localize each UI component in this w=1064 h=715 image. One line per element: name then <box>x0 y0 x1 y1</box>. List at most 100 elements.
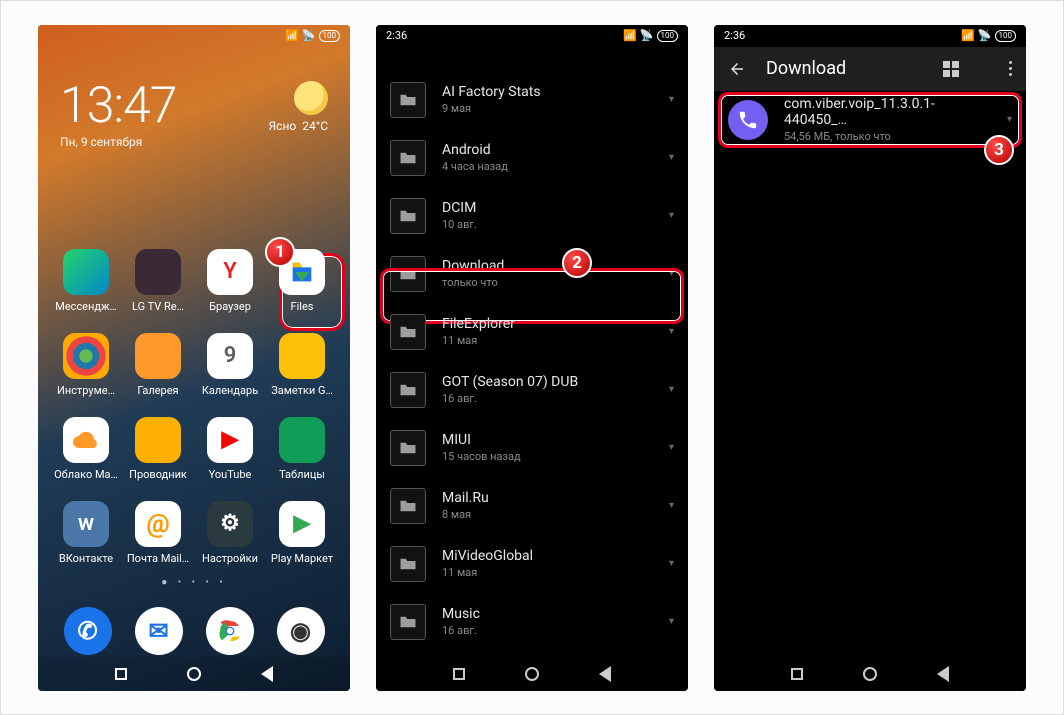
folder-subtext: 9 мая <box>442 102 653 115</box>
app-label: Настройки <box>202 552 258 565</box>
chevron-down-icon[interactable]: ▾ <box>669 442 674 453</box>
app-icon-cloudmail <box>63 417 109 463</box>
chevron-down-icon[interactable]: ▾ <box>669 558 674 569</box>
nav-home-button[interactable] <box>525 667 539 681</box>
file-list: com.viber.voip_11.3.0.1-440450_… 54,56 М… <box>714 91 1026 149</box>
file-name: com.viber.voip_11.3.0.1-440450_… <box>784 96 991 128</box>
folder-item-ai-factory-stats[interactable]: AI Factory Stats9 мая▾ <box>376 71 688 129</box>
signal-icon: 📶 <box>285 29 299 42</box>
app-icon-playmarket: ▶ <box>279 501 325 547</box>
app-label: Браузер <box>209 300 251 313</box>
chevron-down-icon[interactable]: ▾ <box>669 384 674 395</box>
app-lgtvremote[interactable]: LG TV Re… <box>122 249 194 313</box>
folder-icon <box>390 372 426 408</box>
app-gallery[interactable]: Галерея <box>122 333 194 397</box>
nav-recent-button[interactable] <box>453 668 465 680</box>
app-tools[interactable]: Инструме… <box>50 333 122 397</box>
signal-icon: 📶 <box>961 29 975 42</box>
app-label: Инструме… <box>57 384 115 397</box>
folder-icon <box>390 488 426 524</box>
nav-back-button[interactable] <box>937 666 949 682</box>
folder-item-got-season-07-dub[interactable]: GOT (Season 07) DUB16 авг.▾ <box>376 361 688 419</box>
app-settings[interactable]: ⚙Настройки <box>194 501 266 565</box>
app-explorer[interactable]: Проводник <box>122 417 194 481</box>
view-grid-icon[interactable] <box>943 61 959 77</box>
folder-item-mivideoglobal[interactable]: MiVideoGlobal11 мая▾ <box>376 535 688 593</box>
folder-item-dcim[interactable]: DCIM10 авг.▾ <box>376 187 688 245</box>
chevron-down-icon[interactable]: ▾ <box>669 326 674 337</box>
folder-list[interactable]: AI Factory Stats9 мая▾Android4 часа наза… <box>376 71 688 651</box>
app-icon-lgtvremote <box>135 249 181 295</box>
app-mail[interactable]: @Почта Mail… <box>122 501 194 565</box>
app-icon-explorer <box>135 417 181 463</box>
app-label: Почта Mail… <box>127 552 189 565</box>
clock-date: Пн, 9 сентября <box>60 135 176 149</box>
folder-item-fileexplorer[interactable]: FileExplorer 11 мая ▾ <box>376 303 688 361</box>
app-playmarket[interactable]: ▶Play Маркет <box>266 501 338 565</box>
weather-sun-icon <box>294 81 328 115</box>
chevron-down-icon[interactable]: ▾ <box>669 210 674 221</box>
dock-chrome[interactable] <box>206 607 254 655</box>
chevron-down-icon[interactable]: ▾ <box>669 94 674 105</box>
chevron-down-icon[interactable]: ▾ <box>669 152 674 163</box>
more-menu-icon[interactable] <box>1009 61 1012 76</box>
folder-subtext: 8 мая <box>442 508 653 521</box>
folder-name: Download <box>442 258 653 274</box>
folder-item-android[interactable]: Android4 часа назад▾ <box>376 129 688 187</box>
status-bar: 2:36 📶 📡 100 <box>714 25 1026 47</box>
app-youtube[interactable]: ▶YouTube <box>194 417 266 481</box>
chevron-down-icon[interactable]: ▾ <box>1007 114 1012 125</box>
clock-widget[interactable]: 13:47 Пн, 9 сентября Ясно 24°C <box>38 47 350 149</box>
chevron-down-icon[interactable]: ▾ <box>669 500 674 511</box>
app-vk[interactable]: wВКонтакте <box>50 501 122 565</box>
app-label: Облако Ма… <box>54 468 118 481</box>
folder-subtext: 15 часов назад <box>442 450 653 463</box>
app-sheets[interactable]: Таблицы <box>266 417 338 481</box>
file-item-viber-apk[interactable]: com.viber.voip_11.3.0.1-440450_… 54,56 М… <box>714 91 1026 149</box>
app-notes[interactable]: Заметки G… <box>266 333 338 397</box>
folder-icon <box>390 140 426 176</box>
folder-subtext: только что <box>442 276 653 289</box>
app-messengers[interactable]: Мессендж… <box>50 249 122 313</box>
title-bar: Download <box>714 47 1026 91</box>
app-browser[interactable]: YБраузер <box>194 249 266 313</box>
nav-back-button[interactable] <box>599 666 611 682</box>
nav-home-button[interactable] <box>187 667 201 681</box>
app-label: Галерея <box>137 384 178 397</box>
app-icon-youtube: ▶ <box>207 417 253 463</box>
dock-messages[interactable]: ✉ <box>135 607 183 655</box>
folder-item-download[interactable]: Download только что ▾ <box>376 245 688 303</box>
nav-home-button[interactable] <box>863 667 877 681</box>
folder-name: DCIM <box>442 200 653 216</box>
back-arrow-icon[interactable] <box>728 60 746 78</box>
dock-camera[interactable]: ◉ <box>277 607 325 655</box>
folder-icon <box>390 430 426 466</box>
folder-name: Music <box>442 606 653 622</box>
nav-recent-button[interactable] <box>791 668 803 680</box>
folder-item-miui[interactable]: MIUI15 часов назад▾ <box>376 419 688 477</box>
weather-widget[interactable]: Ясно 24°C <box>269 81 328 133</box>
app-cloudmail[interactable]: Облако Ма… <box>50 417 122 481</box>
chevron-down-icon[interactable]: ▾ <box>669 268 674 279</box>
folder-icon <box>390 604 426 640</box>
folder-icon <box>390 256 426 292</box>
app-calendar[interactable]: 9Календарь <box>194 333 266 397</box>
status-clock: 2:36 <box>386 29 407 42</box>
folder-name: FileExplorer <box>442 316 653 332</box>
chevron-down-icon[interactable]: ▾ <box>669 616 674 627</box>
app-label: Мессендж… <box>55 300 117 313</box>
folder-name: Mail.Ru <box>442 490 653 506</box>
battery-indicator: 100 <box>995 30 1017 42</box>
folder-subtext: 11 мая <box>442 334 653 347</box>
dock: ✆ ✉ ◉ <box>38 607 350 655</box>
dock-phone[interactable]: ✆ <box>64 607 112 655</box>
status-bar: 📶 📡 100 <box>38 25 350 47</box>
nav-recent-button[interactable] <box>115 668 127 680</box>
clock-time: 13:47 <box>60 81 176 131</box>
app-icon-tools <box>63 333 109 379</box>
folder-item-mail-ru[interactable]: Mail.Ru 8 мая ▾ <box>376 477 688 535</box>
nav-back-button[interactable] <box>261 666 273 682</box>
folder-item-music[interactable]: Music16 авг.▾ <box>376 593 688 651</box>
app-files[interactable]: Files <box>266 249 338 313</box>
app-icon-gallery <box>135 333 181 379</box>
